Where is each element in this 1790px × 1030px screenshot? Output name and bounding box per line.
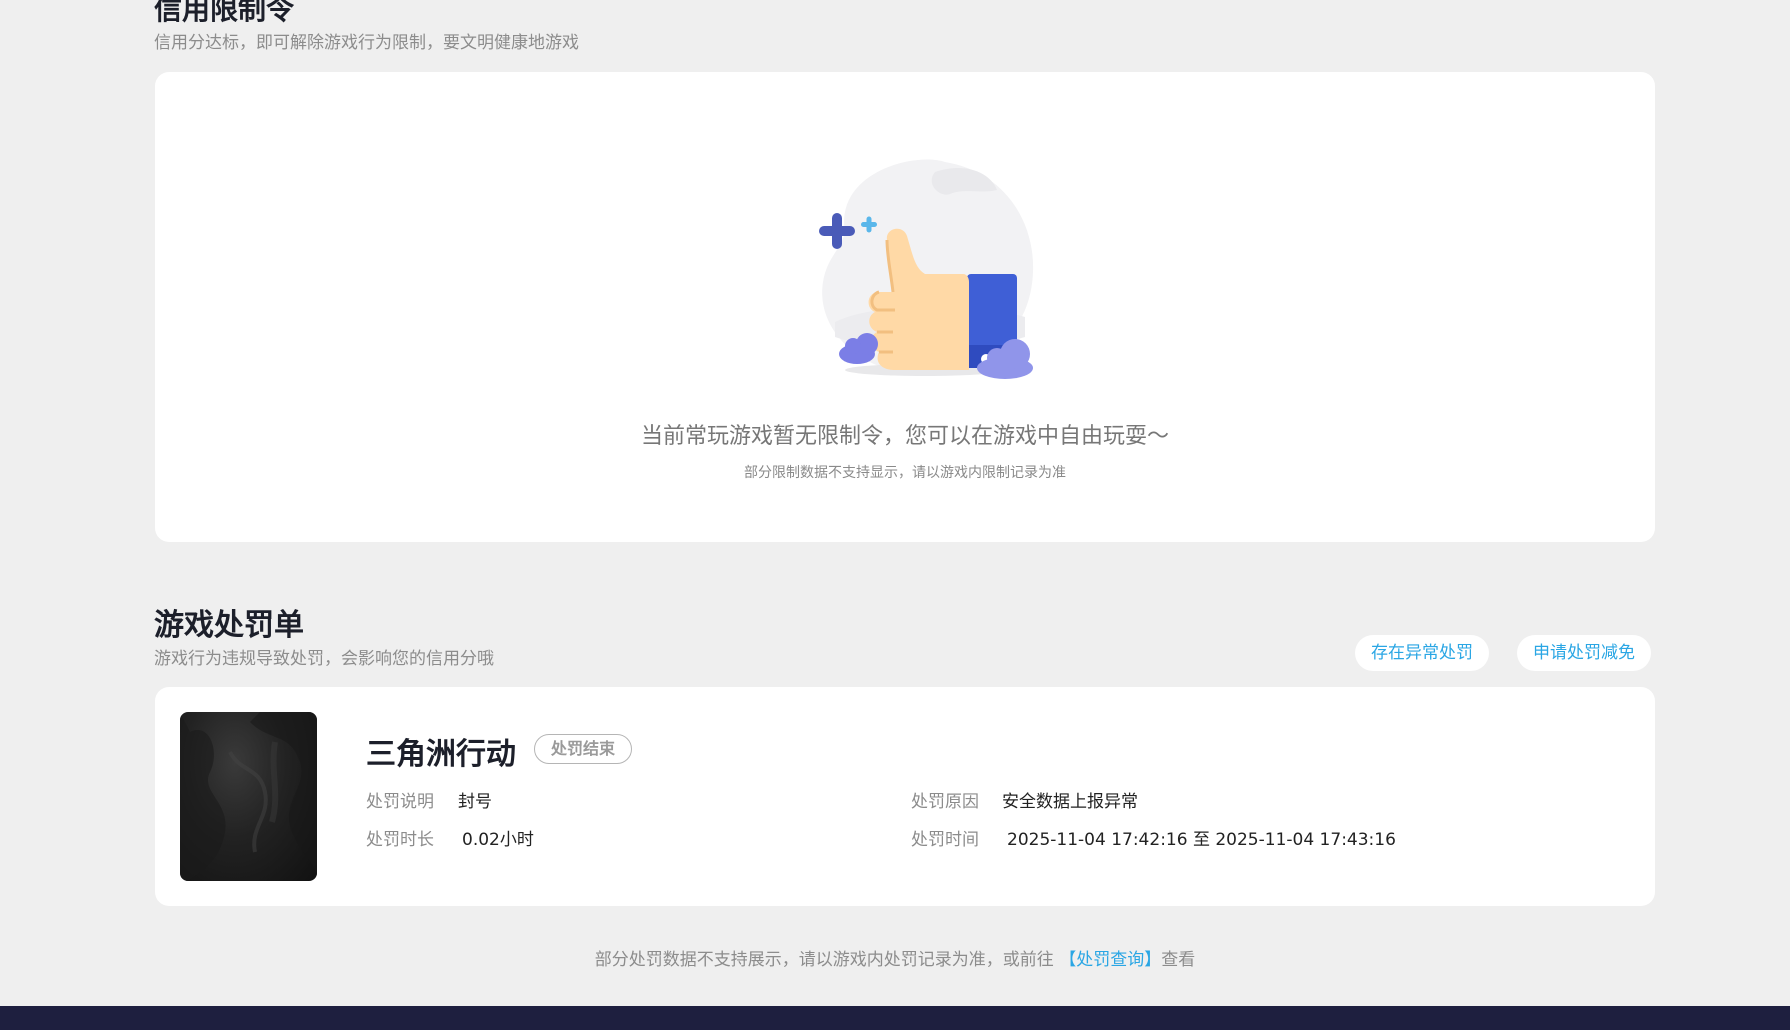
penalty-description-value: 封号 bbox=[458, 792, 492, 812]
penalties-subtitle: 游戏行为违规导致处罚，会影响您的信用分哦 bbox=[154, 649, 494, 669]
penalty-description-label: 处罚说明 bbox=[366, 792, 434, 812]
credit-limit-title: 信用限制令 bbox=[154, 0, 295, 26]
penalty-query-link[interactable]: 【处罚查询】 bbox=[1059, 950, 1161, 970]
footer-note-prefix: 部分处罚数据不支持展示，请以游戏内处罚记录为准，或前往 bbox=[594, 950, 1060, 970]
penalty-reason-value: 安全数据上报异常 bbox=[1002, 792, 1138, 812]
thumbs-up-icon bbox=[775, 132, 1075, 402]
appeal-penalty-button[interactable]: 申请处罚减免 bbox=[1517, 635, 1651, 671]
game-cover-image bbox=[180, 712, 317, 881]
penalty-footer-note: 部分处罚数据不支持展示，请以游戏内处罚记录为准，或前往 【处罚查询】查看 bbox=[0, 945, 1790, 970]
credit-limit-card: 当前常玩游戏暂无限制令，您可以在游戏中自由玩耍～ 部分限制数据不支持显示，请以游… bbox=[155, 72, 1655, 542]
empty-state-note: 部分限制数据不支持显示，请以游戏内限制记录为准 bbox=[744, 465, 1066, 481]
game-name: 三角洲行动 bbox=[366, 737, 516, 772]
footer-note-suffix: 查看 bbox=[1161, 950, 1196, 970]
penalty-card: 三角洲行动 处罚结束 处罚说明 封号 处罚时长 0.02小时 处罚原因 安全数据… bbox=[155, 687, 1655, 906]
abnormal-penalty-button[interactable]: 存在异常处罚 bbox=[1355, 635, 1489, 671]
penalty-duration-label: 处罚时长 bbox=[366, 830, 434, 850]
page: 信用限制令 信用分达标，即可解除游戏行为限制，要文明健康地游戏 当前常玩游戏暂无… bbox=[0, 0, 1790, 1030]
penalty-time-label: 处罚时间 bbox=[911, 830, 979, 850]
credit-limit-subtitle: 信用分达标，即可解除游戏行为限制，要文明健康地游戏 bbox=[154, 33, 579, 53]
empty-state-message: 当前常玩游戏暂无限制令，您可以在游戏中自由玩耍～ bbox=[640, 424, 1169, 449]
bottom-bar bbox=[0, 1006, 1790, 1030]
penalty-duration-value: 0.02小时 bbox=[462, 830, 534, 850]
penalties-title: 游戏处罚单 bbox=[154, 608, 304, 643]
penalty-reason-label: 处罚原因 bbox=[911, 792, 979, 812]
penalty-time-value: 2025-11-04 17:42:16 至 2025-11-04 17:43:1… bbox=[1007, 830, 1396, 850]
status-badge: 处罚结束 bbox=[534, 734, 633, 764]
